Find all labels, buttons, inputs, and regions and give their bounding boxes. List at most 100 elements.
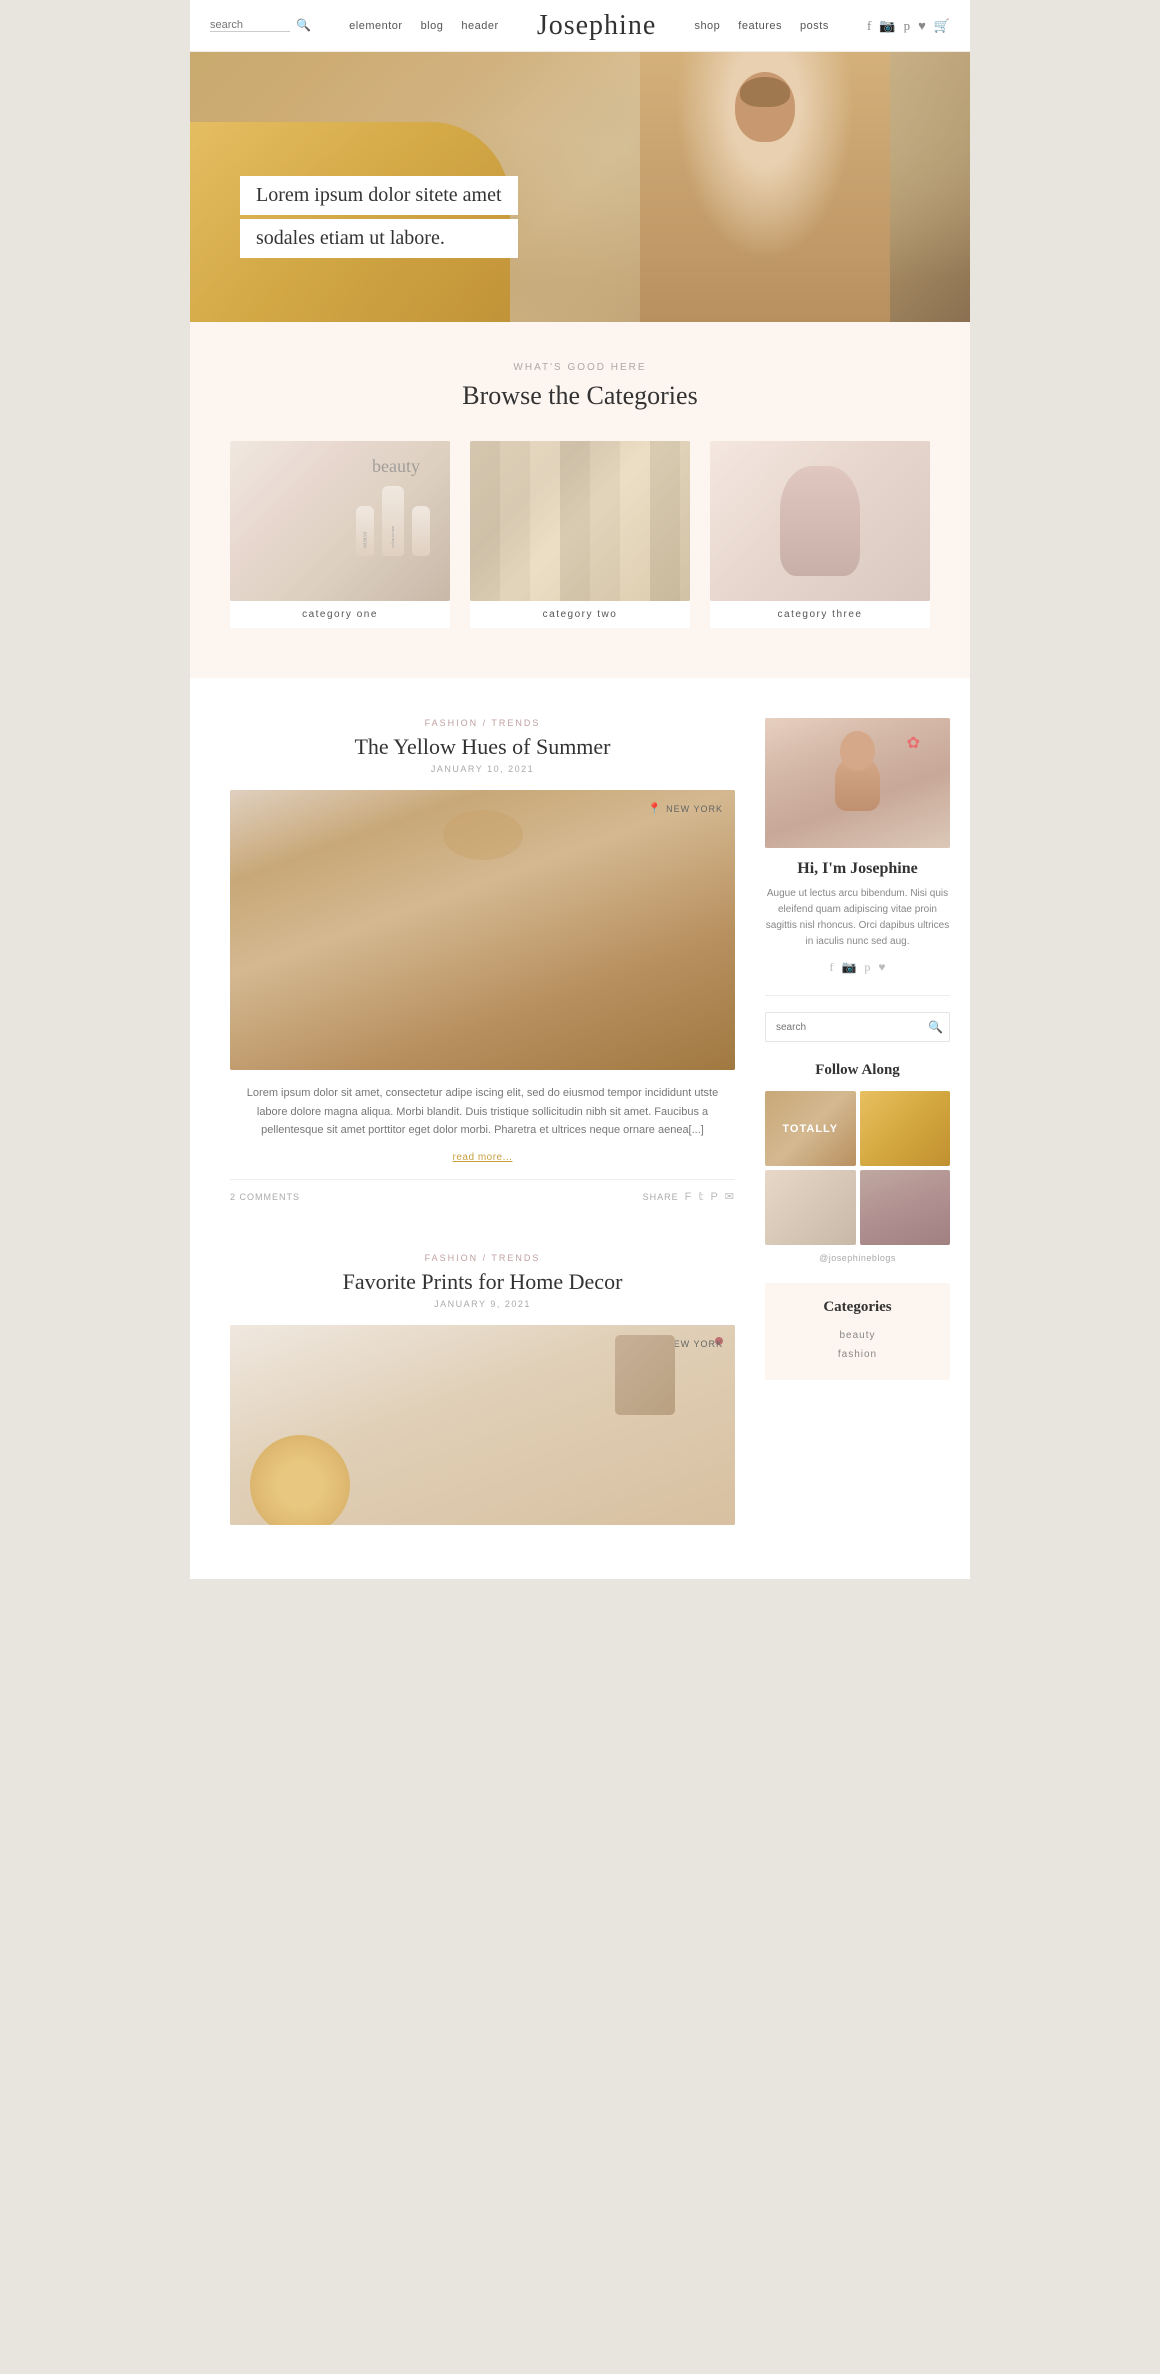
sidebar-cat-fashion[interactable]: fashion bbox=[781, 1345, 934, 1364]
author-body-silhouette bbox=[835, 756, 880, 811]
nav-posts[interactable]: posts bbox=[800, 20, 829, 32]
sidebar-search-input[interactable] bbox=[766, 1015, 918, 1040]
post-1-eyebrow: FASHION / TRENDS bbox=[230, 718, 735, 728]
blog-posts-column: FASHION / TRENDS The Yellow Hues of Summ… bbox=[230, 718, 765, 1539]
main-content: FASHION / TRENDS The Yellow Hues of Summ… bbox=[190, 678, 970, 1579]
follow-along-title: Follow Along bbox=[765, 1062, 950, 1079]
sidebar-author-name: Hi, I'm Josephine bbox=[765, 860, 950, 878]
heart-icon[interactable]: ♥ bbox=[918, 18, 926, 34]
post-1-read-more[interactable]: read more... bbox=[230, 1152, 735, 1163]
main-nav: elementor blog header bbox=[349, 20, 498, 32]
category-image-travel bbox=[470, 441, 690, 601]
follow-img-3[interactable] bbox=[765, 1170, 856, 1245]
author-silhouette-wrapper bbox=[835, 756, 880, 811]
follow-grid: TOTALLY bbox=[765, 1091, 950, 1245]
sidebar-author-bio: Augue ut lectus arcu bibendum. Nisi quis… bbox=[765, 886, 950, 950]
post-1-image-wrapper: 📍 NEW YORK bbox=[230, 790, 735, 1070]
hero-text-container: Lorem ipsum dolor sitete amet sodales et… bbox=[240, 176, 518, 262]
pinterest-icon[interactable]: p bbox=[904, 18, 911, 34]
post-1-image bbox=[230, 790, 735, 1070]
post-2-decor-book bbox=[615, 1335, 675, 1415]
sidebar-author-image: ✿ bbox=[765, 718, 950, 848]
sidebar-heart-icon[interactable]: ♥ bbox=[878, 960, 885, 975]
nav-elementor[interactable]: elementor bbox=[349, 20, 402, 32]
category-label-two: category two bbox=[470, 601, 690, 628]
sidebar-search-box: 🔍 bbox=[765, 1012, 950, 1042]
post-1-share: SHARE f 𝕥 p ✉ bbox=[643, 1190, 735, 1203]
category-card-beauty[interactable]: BYREDO BIBLIOTHÈQUE category one bbox=[230, 441, 450, 628]
search-container: 🔍 bbox=[210, 18, 311, 33]
post-img-highlight bbox=[443, 810, 523, 860]
site-header: 🔍 elementor blog header Josephine shop f… bbox=[190, 0, 970, 52]
sidebar-categories-box: Categories beauty fashion bbox=[765, 1283, 950, 1380]
beauty-bottles-decor: BYREDO BIBLIOTHÈQUE bbox=[346, 476, 440, 566]
sidebar-pinterest-icon[interactable]: p bbox=[864, 960, 870, 975]
share-label: SHARE bbox=[643, 1192, 679, 1202]
category-label-three: category three bbox=[710, 601, 930, 628]
post-1-location: 📍 NEW YORK bbox=[647, 802, 723, 815]
post-1-title: The Yellow Hues of Summer bbox=[230, 734, 735, 760]
categories-eyebrow: WHAT'S GOOD HERE bbox=[230, 362, 930, 373]
nav-header[interactable]: header bbox=[461, 20, 498, 32]
sidebar-instagram-icon[interactable]: 📷 bbox=[841, 960, 856, 975]
hero-figure bbox=[640, 52, 890, 322]
search-icon[interactable]: 🔍 bbox=[296, 18, 311, 33]
sidebar-categories-title: Categories bbox=[781, 1299, 934, 1316]
sidebar-divider-1 bbox=[765, 995, 950, 996]
post-2-date: JANUARY 9, 2021 bbox=[230, 1299, 735, 1309]
post-2-image-wrapper: 📍 NEW YORK bbox=[230, 1325, 735, 1525]
post-2-image bbox=[230, 1325, 735, 1525]
category-image-fashion bbox=[710, 441, 930, 601]
hero-person-silhouette bbox=[735, 72, 795, 142]
hero-person-bg bbox=[640, 52, 890, 322]
post-1-date: JANUARY 10, 2021 bbox=[230, 764, 735, 774]
sidebar-cat-beauty[interactable]: beauty bbox=[781, 1326, 934, 1345]
nav-shop[interactable]: shop bbox=[694, 20, 720, 32]
categories-grid: BYREDO BIBLIOTHÈQUE category one categor… bbox=[230, 441, 930, 628]
author-head-silhouette bbox=[840, 731, 875, 771]
sidebar-facebook-icon[interactable]: f bbox=[829, 960, 833, 975]
follow-handle[interactable]: @josephineblogs bbox=[765, 1253, 950, 1263]
hero-text-line1: Lorem ipsum dolor sitete amet bbox=[240, 176, 518, 215]
social-icons: f 📷 p ♥ 🛒 bbox=[867, 18, 950, 34]
bottle-2: BIBLIOTHÈQUE bbox=[382, 486, 404, 556]
site-logo[interactable]: Josephine bbox=[537, 10, 656, 42]
post-1-footer: 2 COMMENTS SHARE f 𝕥 p ✉ bbox=[230, 1179, 735, 1213]
share-twitter-icon[interactable]: 𝕥 bbox=[698, 1190, 704, 1203]
follow-img-4[interactable] bbox=[860, 1170, 951, 1245]
blog-post-2: FASHION / TRENDS Favorite Prints for Hom… bbox=[230, 1253, 735, 1525]
category-card-travel[interactable]: category two bbox=[470, 441, 690, 628]
categories-title: Browse the Categories bbox=[230, 381, 930, 411]
hero-text-line2: sodales etiam ut labore. bbox=[240, 219, 518, 258]
bottle-3 bbox=[412, 506, 430, 556]
post-2-decor-circle bbox=[250, 1435, 350, 1525]
nav-blog[interactable]: blog bbox=[421, 20, 444, 32]
sidebar-search-button[interactable]: 🔍 bbox=[918, 1013, 950, 1041]
post-1-excerpt: Lorem ipsum dolor sit amet, consectetur … bbox=[230, 1084, 735, 1140]
post-1-location-text: NEW YORK bbox=[666, 804, 723, 814]
cart-icon[interactable]: 🛒 bbox=[934, 18, 950, 34]
main-nav-right: shop features posts bbox=[694, 20, 828, 32]
flower-icon: ✿ bbox=[907, 733, 920, 753]
share-pinterest-icon[interactable]: p bbox=[710, 1191, 718, 1203]
share-facebook-icon[interactable]: f bbox=[685, 1191, 693, 1203]
category-card-fashion[interactable]: category three bbox=[710, 441, 930, 628]
post-2-eyebrow: FASHION / TRENDS bbox=[230, 1253, 735, 1263]
nav-features[interactable]: features bbox=[738, 20, 782, 32]
facebook-icon[interactable]: f bbox=[867, 18, 871, 34]
search-input[interactable] bbox=[210, 19, 290, 32]
follow-img-1[interactable]: TOTALLY bbox=[765, 1091, 856, 1166]
category-label-one: category one bbox=[230, 601, 450, 628]
location-pin-icon: 📍 bbox=[647, 802, 662, 815]
instagram-icon[interactable]: 📷 bbox=[879, 18, 895, 34]
follow-img-2[interactable] bbox=[860, 1091, 951, 1166]
post-1-comments[interactable]: 2 COMMENTS bbox=[230, 1192, 300, 1202]
post-2-title: Favorite Prints for Home Decor bbox=[230, 1269, 735, 1295]
share-email-icon[interactable]: ✉ bbox=[725, 1190, 735, 1203]
categories-section: WHAT'S GOOD HERE Browse the Categories B… bbox=[190, 322, 970, 678]
sidebar-social-icons: f 📷 p ♥ bbox=[765, 960, 950, 975]
sidebar: ✿ Hi, I'm Josephine Augue ut lectus arcu… bbox=[765, 718, 950, 1539]
category-image-beauty: BYREDO BIBLIOTHÈQUE bbox=[230, 441, 450, 601]
blog-post-1: FASHION / TRENDS The Yellow Hues of Summ… bbox=[230, 718, 735, 1213]
hero-section: Lorem ipsum dolor sitete amet sodales et… bbox=[190, 52, 970, 322]
